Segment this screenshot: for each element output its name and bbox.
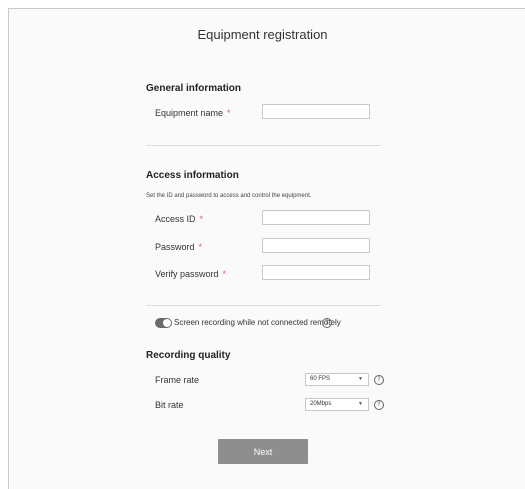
bit-rate-select[interactable]: 20Mbps ▼ [305,398,369,411]
access-id-label-text: Access ID [155,214,196,224]
frame-rate-select[interactable]: 60 FPS ▼ [305,373,369,386]
page-title: Equipment registration [197,27,328,42]
access-description: Set the ID and password to access and co… [146,193,312,199]
help-icon[interactable]: ? [322,318,332,328]
equipment-name-label: Equipment name * [155,108,231,118]
password-label: Password * [155,242,202,252]
frame-rate-value: 60 FPS [310,376,331,382]
verify-password-label: Verify password * [155,269,226,279]
bit-rate-value: 20Mbps [310,401,332,407]
toggle-knob [163,319,171,327]
equipment-name-field[interactable] [262,104,370,119]
required-mark: * [227,108,231,118]
access-id-field[interactable] [262,210,370,225]
verify-password-field[interactable] [262,265,370,280]
required-mark: * [199,214,204,224]
access-section-heading: Access information [146,170,239,181]
frame-rate-label: Frame rate [155,375,200,385]
screen-recording-label: Screen recording while not connected rem… [174,318,341,327]
general-section-heading: General information [146,83,242,94]
chevron-down-icon: ▼ [358,401,363,407]
bit-rate-help-icon[interactable]: ? [374,400,384,410]
section-divider [146,305,381,306]
bit-rate-label: Bit rate [155,400,184,410]
required-mark: * [198,242,203,252]
equipment-name-label-text: Equipment name [155,108,224,118]
required-mark: * [222,269,227,279]
password-label-text: Password [155,242,195,252]
password-field[interactable] [262,238,370,253]
screen-recording-toggle[interactable] [155,318,172,328]
frame-rate-help-icon[interactable]: ? [374,375,384,385]
chevron-down-icon: ▼ [358,376,363,382]
recording-quality-heading: Recording quality [146,350,231,361]
verify-password-label-text: Verify password [155,269,219,279]
access-id-label: Access ID * [155,214,203,224]
next-button[interactable]: Next [218,439,308,464]
section-divider [146,145,381,146]
